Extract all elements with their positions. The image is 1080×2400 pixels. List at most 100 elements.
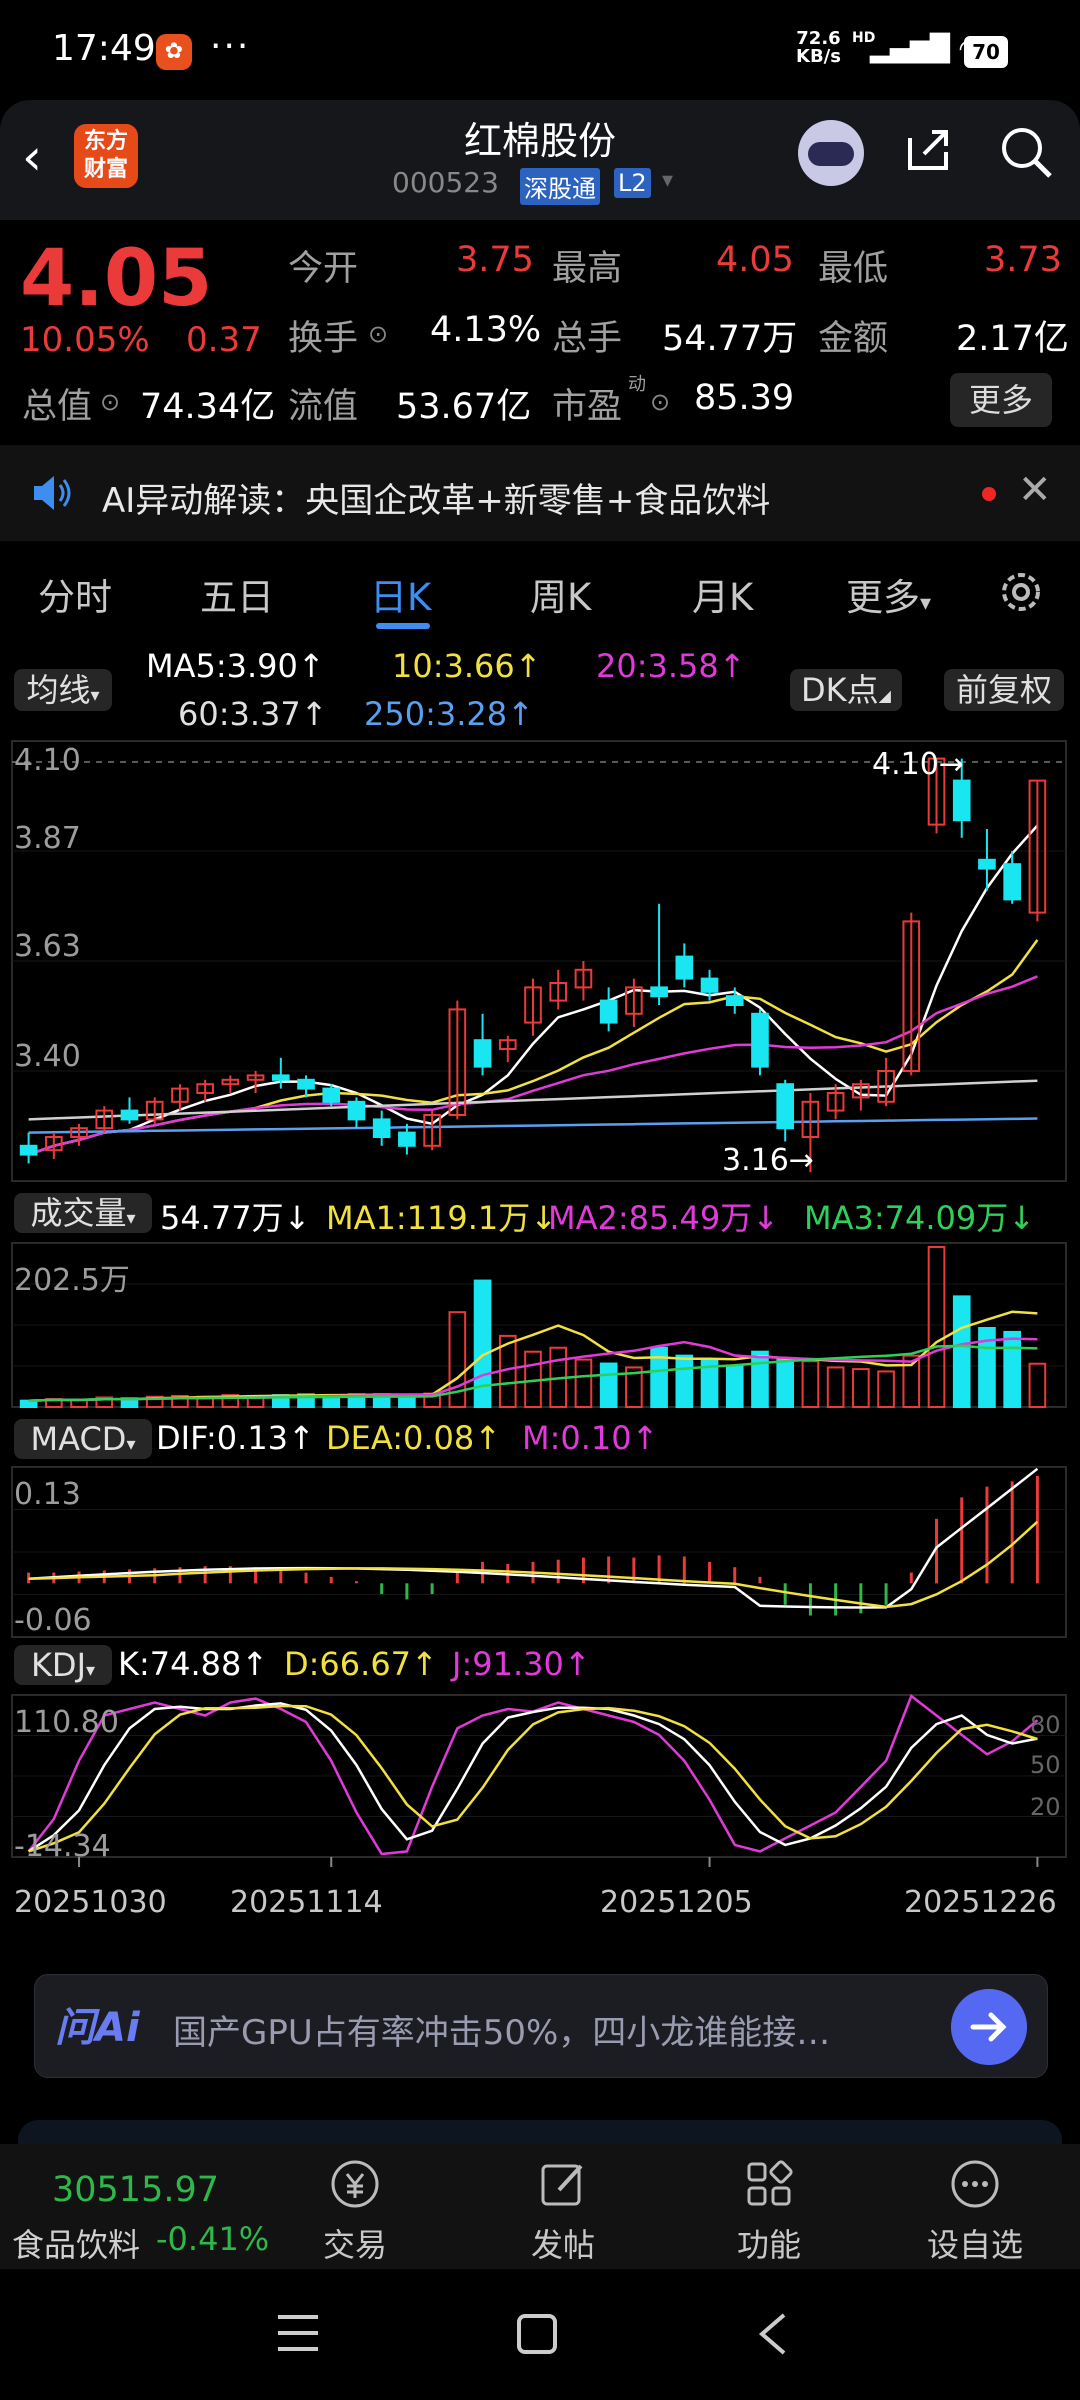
amount-value: 2.17亿 (956, 319, 1069, 359)
candle-down (372, 1118, 391, 1138)
macd-y-top: 0.13 (14, 1477, 81, 1512)
date-label: 20251226 (904, 1885, 1057, 1920)
volume-bar-down (1003, 1330, 1021, 1409)
info-icon[interactable]: ⊙ (650, 388, 670, 416)
active-tab-indicator (376, 623, 430, 629)
change-amount: 0.37 (186, 320, 262, 360)
open-label: 今开 (288, 249, 359, 289)
macd-y-bottom: -0.06 (14, 1603, 92, 1638)
stock-header: ‹ 东方 财富 红棉股份 000523 深股通 L2 ▾ (0, 100, 1080, 220)
volume-selector[interactable]: 成交量▾ (14, 1193, 152, 1233)
volume-ma2: MA2:85.49万↓ (548, 1199, 780, 1237)
pe-superscript: 动 (628, 374, 646, 395)
float-label: 流值 (288, 387, 359, 427)
ai-banner[interactable]: AI异动解读：央国企改革+新零售+食品饮料 ✕ (0, 445, 1080, 541)
macd-m: M:0.10↑ (522, 1419, 659, 1457)
change-percent: 10.05% (20, 320, 150, 360)
search-icon[interactable] (998, 124, 1054, 180)
volume-bar-down (776, 1357, 795, 1408)
volume-y-label: 202.5万 (14, 1263, 130, 1298)
kdj-j-line (27, 1693, 1039, 1856)
turnover-label: 换手 (288, 319, 359, 359)
menu-icon[interactable] (276, 2313, 320, 2353)
macd-selector[interactable]: MACD▾ (14, 1419, 152, 1459)
sector-change: -0.41% (156, 2220, 270, 2258)
y-tick-label: 4.10 (14, 743, 81, 778)
info-icon[interactable]: ⊙ (368, 320, 388, 348)
candle-down (347, 1100, 366, 1121)
status-bar: 17:49 ✿ ··· 72.6 KB/s HD ▂▄▆█ ◠ 70 (0, 0, 1080, 100)
pe-value: 85.39 (694, 378, 795, 418)
volume-bar-down (725, 1364, 744, 1408)
high-value: 4.05 (716, 240, 794, 280)
sector-name[interactable]: 食品饮料 (12, 2220, 140, 2266)
volume-bar-up (826, 1366, 845, 1409)
gear-icon[interactable] (994, 565, 1048, 619)
tab-weekly-k[interactable]: 周K (530, 567, 591, 621)
more-circle-icon (951, 2160, 999, 2208)
ai-robot-icon[interactable] (798, 120, 864, 186)
ask-ai-logo: 问Ai (55, 2005, 140, 2051)
kdj-selector[interactable]: KDJ▾ (14, 1645, 112, 1685)
speaker-icon (34, 476, 71, 510)
info-icon[interactable]: ⊙ (100, 388, 120, 416)
volume-bar-up (801, 1360, 820, 1409)
tab-five-day[interactable]: 五日 (200, 567, 274, 621)
ai-banner-text[interactable]: AI异动解读：央国企改革+新零售+食品饮料 (102, 473, 770, 522)
bottom-toolbar: 30515.97 食品饮料 -0.41% 交易 发帖 功能 设自选 (0, 2144, 1080, 2269)
amount-label: 金额 (818, 319, 889, 359)
candle-down (952, 779, 971, 822)
candle-down (978, 858, 996, 870)
level2-tag[interactable]: L2 (614, 168, 651, 198)
y-tick-label: 3.63 (14, 929, 81, 964)
tab-monthly-k[interactable]: 月K (692, 567, 753, 621)
kdj-ref-50: 50 (1030, 1751, 1061, 1779)
candle-down (599, 999, 618, 1024)
tab-intraday[interactable]: 分时 (38, 567, 112, 621)
trade-button[interactable]: 交易 (290, 2156, 420, 2266)
kline-chart[interactable] (0, 641, 1080, 1941)
mcap-label: 总值 (22, 387, 93, 427)
grid-icon (747, 2160, 793, 2206)
date-label: 20251114 (230, 1885, 383, 1920)
edit-icon (541, 2164, 583, 2206)
ask-ai-prompt[interactable]: 国产GPU占有率冲击50%，四小龙谁能接… (173, 2005, 913, 2054)
y-tick-label: 3.40 (14, 1039, 81, 1074)
sector-index-value[interactable]: 30515.97 (52, 2170, 219, 2210)
tab-more[interactable]: 更多▾ (846, 567, 931, 621)
exchange-tag[interactable]: 深股通 (520, 168, 600, 205)
volume-bar-down (751, 1350, 769, 1408)
features-button[interactable]: 功能 (704, 2156, 834, 2266)
more-button[interactable]: 更多 (950, 373, 1052, 427)
macd-dif: DIF:0.13↑ (156, 1419, 315, 1457)
back-icon[interactable]: ‹ (22, 128, 42, 186)
float-value: 53.67亿 (396, 387, 532, 427)
share-icon[interactable] (904, 124, 954, 174)
chevron-down-icon[interactable]: ▾ (662, 168, 673, 193)
battery-icon: 70 (964, 36, 1008, 68)
candle-down (297, 1078, 315, 1090)
kdj-y-top: 110.80 (14, 1705, 119, 1740)
back-nav-icon[interactable] (756, 2311, 788, 2357)
close-icon[interactable]: ✕ (1018, 467, 1052, 513)
date-label: 20251205 (600, 1885, 753, 1920)
kdj-ref-80: 80 (1030, 1711, 1061, 1739)
kdj-ref-20: 20 (1030, 1793, 1061, 1821)
pe-label: 市盈 (552, 387, 623, 427)
volume-bar-up (852, 1368, 870, 1409)
y-tick-label: 3.87 (14, 821, 81, 856)
ask-ai-bar[interactable]: 问Ai 国产GPU占有率冲击50%，四小龙谁能接… (34, 1974, 1048, 2078)
volume-bar-up (877, 1370, 895, 1409)
post-button[interactable]: 发帖 (498, 2156, 628, 2266)
candle-down (473, 1039, 492, 1068)
app-logo: 东方 财富 (74, 124, 138, 188)
kdj-k: K:74.88↑ (118, 1645, 269, 1683)
set-watchlist-button[interactable]: 设自选 (910, 2156, 1040, 2266)
kdj-d: D:66.67↑ (284, 1645, 438, 1683)
volume-bar-up (927, 1246, 946, 1408)
home-icon[interactable] (516, 2313, 558, 2355)
volume-label: 总手 (552, 319, 623, 359)
volume-bar-down (952, 1295, 971, 1408)
tab-daily-k[interactable]: 日K (370, 567, 431, 621)
arrow-right-icon[interactable] (951, 1989, 1027, 2065)
